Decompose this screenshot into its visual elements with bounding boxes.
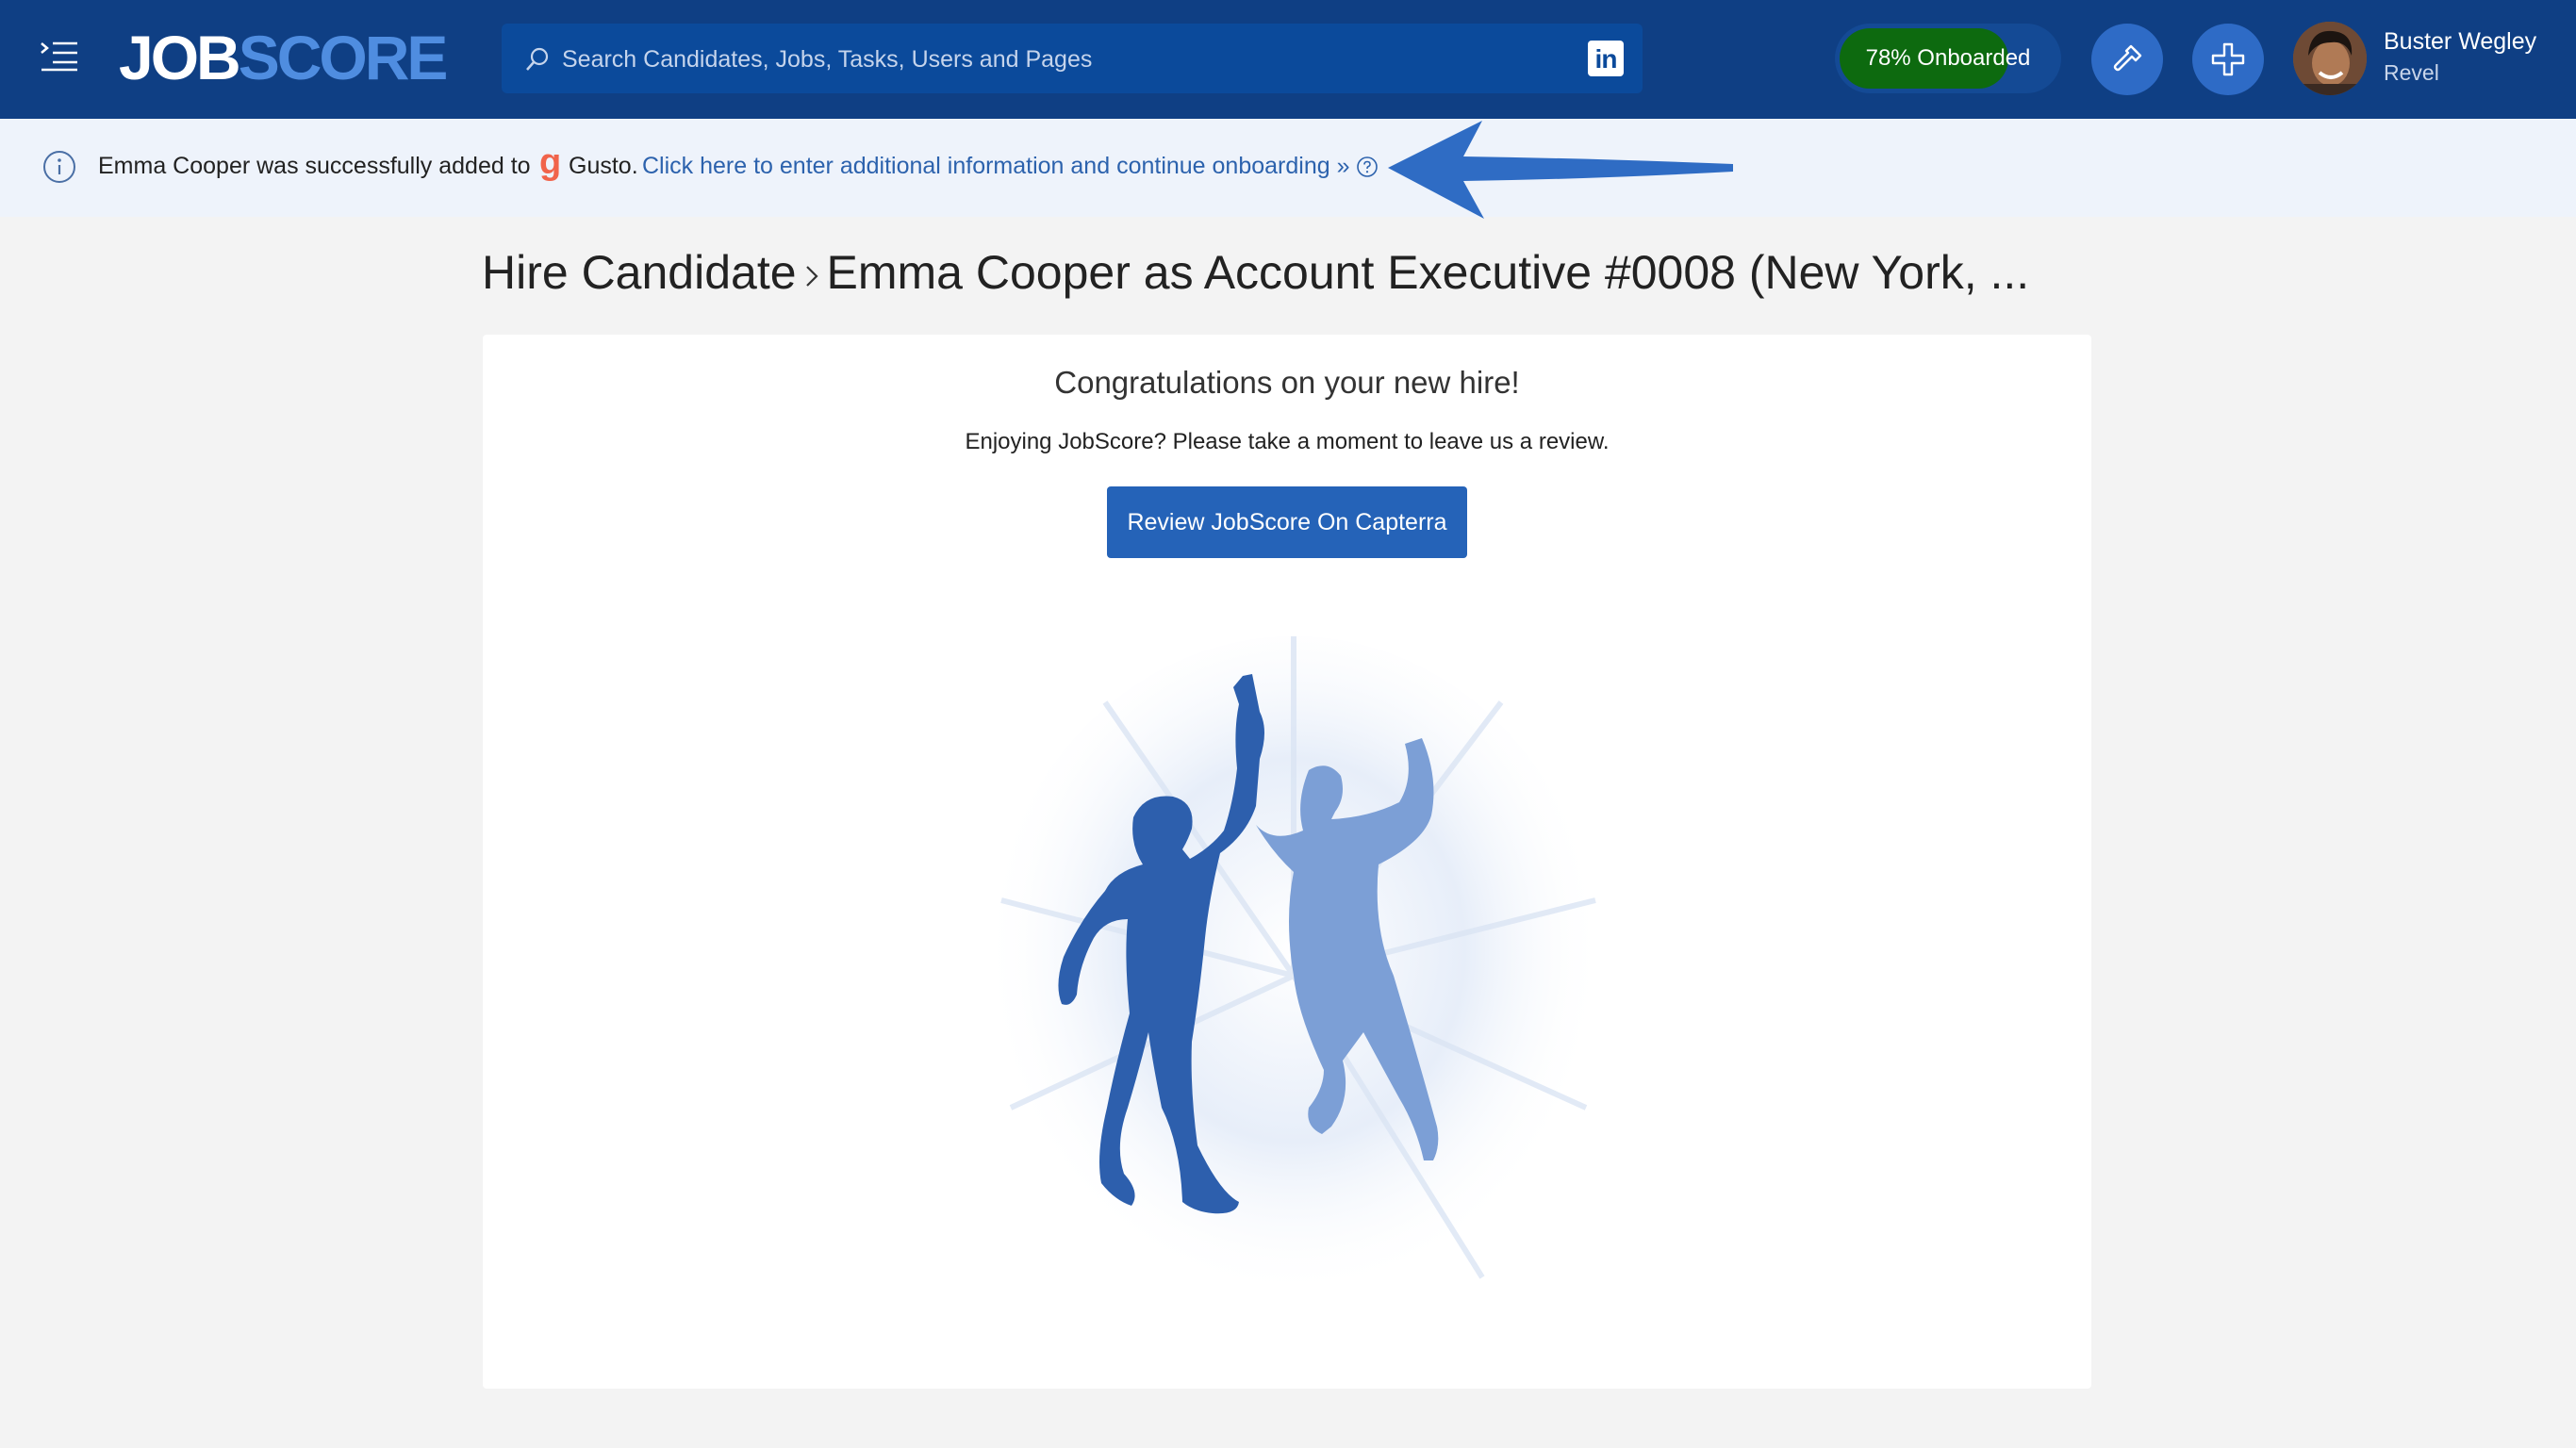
info-icon [43, 151, 75, 183]
onboarding-progress-button[interactable]: 78% Onboarded [1835, 24, 2061, 93]
linkedin-icon[interactable]: in [1588, 41, 1624, 76]
chevron-right-icon [805, 266, 818, 287]
user-organization: Revel [2384, 60, 2439, 85]
review-capterra-button[interactable]: Review JobScore On Capterra [1107, 486, 1467, 558]
page-title: Hire Candidate Emma Cooper as Account Exe… [482, 239, 2094, 305]
jobscore-logo[interactable]: JOBSCORE [119, 23, 449, 92]
high-five-illustration [983, 636, 1605, 1334]
plus-icon [2211, 42, 2245, 76]
gusto-logo: g [539, 142, 562, 182]
top-navigation-bar: JOBSCORE in 78% Onboarded Buster [0, 0, 2576, 119]
logo-part-score: SCORE [238, 23, 449, 92]
congrats-heading: Congratulations on your new hire! [1054, 365, 1520, 400]
review-prompt: Enjoying JobScore? Please take a moment … [965, 429, 1610, 454]
continue-onboarding-link[interactable]: Click here to enter additional informati… [642, 153, 1350, 180]
notification-banner: Emma Cooper was successfully added to g … [0, 119, 2576, 217]
help-icon[interactable] [1356, 156, 1379, 178]
settings-wrench-icon [2113, 44, 2142, 72]
breadcrumb-hire-candidate[interactable]: Hire Candidate [482, 246, 797, 299]
user-name[interactable]: Buster Wegley [2384, 28, 2536, 56]
add-new-button[interactable] [2192, 24, 2264, 95]
global-search[interactable]: in [502, 24, 1643, 93]
banner-message: Emma Cooper was successfully added to [98, 153, 531, 179]
avatar[interactable] [2293, 22, 2367, 95]
onboarding-progress-label: 78% Onboarded [1865, 45, 2031, 71]
hire-title: Emma Cooper as Account Executive #0008 (… [826, 246, 2030, 299]
menu-icon[interactable] [40, 40, 79, 74]
user-photo [2293, 22, 2367, 95]
integration-name: Gusto. [569, 153, 638, 179]
hire-confirmation-card: Congratulations on your new hire! Enjoyi… [483, 335, 2091, 1389]
search-icon [526, 47, 549, 71]
logo-part-job: JOB [119, 23, 241, 92]
arrow-pointer-icon [1388, 121, 1733, 219]
settings-button[interactable] [2091, 24, 2163, 95]
search-input[interactable] [560, 33, 1507, 86]
